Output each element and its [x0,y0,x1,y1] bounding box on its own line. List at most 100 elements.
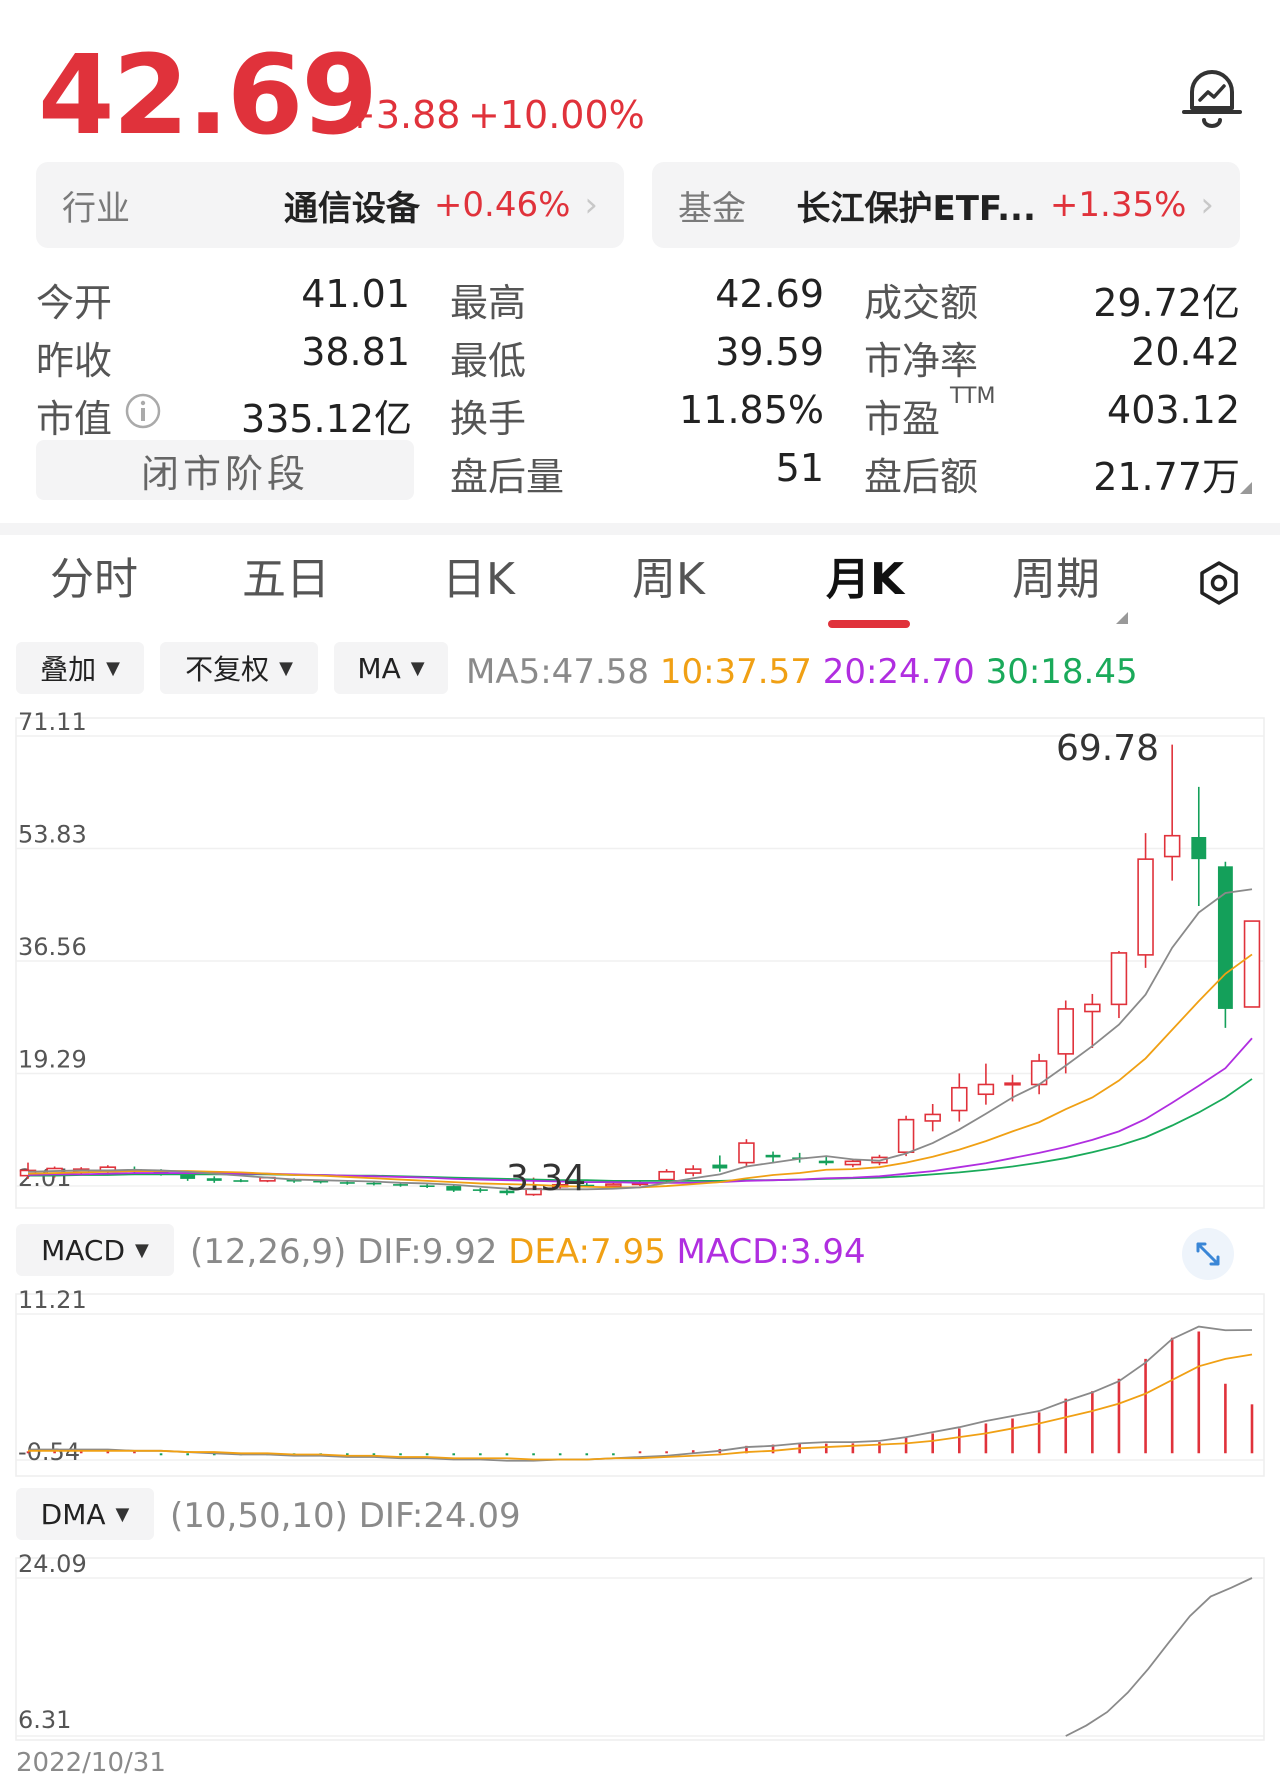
macd-label: MACD [41,1233,126,1267]
pe-ttm-superscript: TTM [950,384,996,409]
kline-candle [233,1180,249,1182]
low-label: 最低 [450,339,527,383]
dma-dif-line [1065,1577,1253,1737]
kline-candle [897,1118,915,1154]
ma30-line [28,1078,1253,1182]
kline-candle [286,1179,302,1182]
dma-values: (10,50,10) DIF:24.09 [170,1496,521,1536]
macd-y-tick: -0.54 [18,1438,80,1466]
kline-candle [472,1189,488,1191]
turnover-label: 换手 [450,397,527,441]
market-cap-label: 市值 [36,397,113,441]
period-dropdown-icon [1116,612,1128,624]
dma-dif: DIF:24.09 [358,1496,521,1536]
kline-candle [206,1178,222,1181]
market-cap-value: 335.12亿 [241,397,412,441]
kline-candle [871,1156,888,1164]
kline-candle [765,1154,781,1158]
kline-candle [1163,834,1181,858]
indicator-label: MA [357,651,401,685]
industry-pill[interactable]: 行业 通信设备 +0.46% › [36,162,624,248]
kline-candle [951,1086,968,1112]
kline-candle [1137,858,1154,956]
chevron-right-icon: › [1200,185,1214,225]
kline-candle [1243,920,1261,1008]
caret-down-icon: ▼ [115,1503,130,1525]
kline-candle [19,1169,37,1177]
tab-weekly-k[interactable]: 周K [632,558,705,602]
amount-label: 成交额 [864,281,979,325]
price-change: +3.88 [344,93,461,137]
macd-dropdown[interactable]: MACD ▼ [16,1224,174,1276]
chart-start-date: 2022/10/31 [16,1748,166,1778]
kline-candle [1110,952,1128,1006]
tab-daily-k[interactable]: 日K [442,558,515,602]
kline-low-annotation: 3.34 [506,1158,586,1199]
kline-y-tick: 36.56 [18,933,87,961]
macd-values: (12,26,9) DIF:9.92 DEA:7.95 MACD:3.94 [190,1232,866,1272]
tab-period[interactable]: 周期 [1012,558,1100,602]
tab-intraday[interactable]: 分时 [50,558,138,602]
info-icon[interactable] [124,392,162,430]
adjust-dropdown[interactable]: 不复权 ▼ [160,642,318,694]
caret-down-icon: ▼ [106,657,120,679]
fund-pct: +1.35% [1049,185,1187,225]
kline-candle [924,1113,941,1122]
kline-y-tick: 19.29 [18,1045,87,1073]
expand-corner-icon[interactable] [1240,482,1252,494]
tab-five-day[interactable]: 五日 [242,558,330,602]
market-state-badge: 闭市阶段 [36,440,414,500]
ma10-value: 10:37.57 [659,652,812,692]
kline-candle [525,1187,542,1196]
pb-value: 20.42 [1131,330,1240,374]
fullscreen-icon[interactable] [1182,1228,1234,1280]
ma30-value: 30:18.45 [985,652,1138,692]
high-value: 42.69 [715,272,824,316]
kline-candle [446,1186,462,1191]
chevron-right-icon: › [584,185,598,225]
kline-candle [99,1166,117,1172]
tab-monthly-k[interactable]: 月K [826,558,904,602]
kline-candle [818,1160,834,1164]
fund-pill[interactable]: 基金 长江保护ETF... +1.35% › [652,162,1240,248]
kline-candle [631,1182,649,1186]
kline-candle [844,1160,862,1166]
caret-down-icon: ▼ [279,657,293,679]
open-label: 今开 [36,281,113,325]
kline-candle [419,1185,435,1188]
kline-candle [153,1171,169,1174]
kline-candle [1057,1008,1074,1055]
macd-frame [15,1293,1265,1477]
kline-candle [366,1182,382,1185]
industry-pct: +0.46% [433,185,571,225]
kline-candle [126,1169,142,1172]
caret-down-icon: ▼ [135,1239,149,1261]
kline-high-annotation: 69.78 [1056,728,1159,769]
overlay-label: 叠加 [40,653,97,686]
dma-dropdown[interactable]: DMA ▼ [16,1488,154,1540]
ma20-line [27,1037,1253,1184]
amount-value: 29.72亿 [1093,281,1240,325]
price-alert-icon[interactable] [1180,62,1244,132]
caret-down-icon: ▼ [410,657,425,679]
open-value: 41.01 [301,272,410,316]
indicator-dropdown[interactable]: MA ▼ [334,642,448,694]
macd-dif: DIF:9.92 [357,1232,498,1272]
kline-candle [684,1168,702,1174]
adjust-label: 不复权 [185,653,270,686]
fund-name: 长江保护ETF... [796,188,1036,229]
overlay-dropdown[interactable]: 叠加 ▼ [16,642,144,694]
turnover-value: 11.85% [679,388,824,432]
kline-candle [712,1164,728,1169]
price-change-pct: +10.00% [468,93,645,137]
kline-candle [658,1170,675,1181]
macd-value: MACD:3.94 [676,1232,866,1272]
after-hours-amount-value: 21.77万 [1093,455,1240,499]
kline-candle [339,1182,355,1184]
dma-label: DMA [40,1497,106,1531]
settings-icon[interactable] [1196,560,1242,606]
macd-params: (12,26,9) [190,1232,347,1272]
kline-candle [72,1168,90,1174]
pe-label: 市盈 [864,397,941,441]
kline-candle [1191,837,1207,860]
